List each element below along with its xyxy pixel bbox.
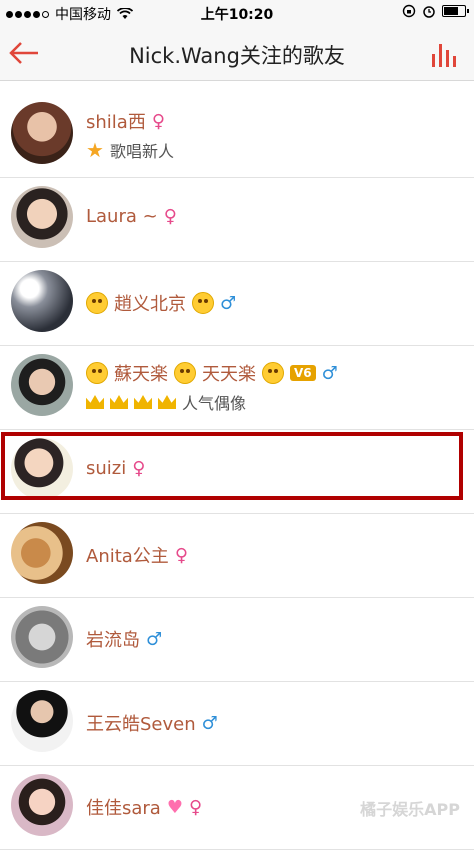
crown-icon (134, 395, 152, 409)
status-right (402, 4, 469, 18)
user-name: 佳佳sara (86, 798, 161, 819)
user-name: Laura ~ (86, 206, 158, 227)
smile-emoji-icon (262, 362, 284, 384)
avatar (11, 774, 73, 836)
crown-icon (110, 395, 128, 409)
avatar (11, 522, 73, 584)
avatar (11, 102, 73, 164)
list-item[interactable]: shila西 ♀ ★ 歌唱新人 (0, 94, 474, 178)
user-title: 歌唱新人 (109, 142, 174, 161)
equalizer-icon[interactable] (430, 40, 458, 68)
vip-level-badge: V6 (290, 365, 316, 381)
smile-emoji-icon (86, 362, 108, 384)
avatar (11, 606, 73, 668)
female-gender-icon: ♀ (151, 110, 166, 132)
female-gender-icon: ♀ (163, 206, 177, 227)
female-gender-icon: ♀ (188, 796, 203, 818)
list-item[interactable]: Laura ~ ♀ (0, 178, 474, 262)
list-item[interactable]: 岩流岛 ♂ (0, 598, 474, 682)
user-name: 岩流岛 (86, 630, 140, 651)
navigation-bar: Nick.Wang关注的歌友 (0, 26, 474, 81)
list-item[interactable]: 蘇天楽 天天楽 V6 ♂ 人气偶像 (0, 346, 474, 430)
user-name: 趙义北京 (114, 294, 186, 315)
avatar (11, 270, 73, 332)
user-list: shila西 ♀ ★ 歌唱新人 Laura ~ ♀ 趙义北京 ♂ 蘇天楽 天天楽 (0, 94, 474, 850)
alarm-icon (423, 6, 435, 18)
avatar (11, 186, 73, 248)
list-item[interactable]: 王云皓Seven ♂ (0, 682, 474, 766)
status-bar: 中国移动 上午10:20 (0, 0, 474, 26)
flushed-face-emoji-icon (86, 292, 108, 314)
male-gender-icon: ♂ (201, 712, 218, 734)
battery-icon (442, 5, 469, 17)
avatar (11, 354, 73, 416)
watermark: 橘子娱乐APP (360, 800, 460, 819)
avatar (11, 438, 73, 500)
female-gender-icon: ♀ (174, 544, 188, 566)
star-icon: ★ (86, 138, 104, 162)
list-item[interactable]: 趙义北京 ♂ (0, 262, 474, 346)
page-title: Nick.Wang关注的歌友 (129, 44, 345, 68)
female-gender-icon: ♀ (132, 458, 146, 479)
user-name: Anita公主 (86, 546, 169, 567)
user-title: 人气偶像 (182, 394, 247, 413)
user-name: 王云皓Seven (86, 714, 196, 735)
user-name: suizi (86, 458, 127, 479)
list-item[interactable]: Anita公主 ♀ (0, 514, 474, 598)
avatar (11, 690, 73, 752)
rotation-lock-icon (402, 4, 416, 18)
male-gender-icon: ♂ (321, 362, 338, 384)
user-name-suffix: 天天楽 (202, 364, 256, 385)
flushed-face-emoji-icon (192, 292, 214, 314)
list-item[interactable]: suizi ♀ (0, 430, 474, 514)
user-name: shila西 (86, 112, 146, 133)
male-gender-icon: ♂ (220, 292, 237, 314)
male-gender-icon: ♂ (146, 628, 163, 650)
smile-emoji-icon (174, 362, 196, 384)
user-name: 蘇天楽 (114, 364, 168, 385)
heart-icon: ♥ (166, 796, 183, 818)
crown-icon (158, 395, 176, 409)
crown-icon (86, 395, 104, 409)
